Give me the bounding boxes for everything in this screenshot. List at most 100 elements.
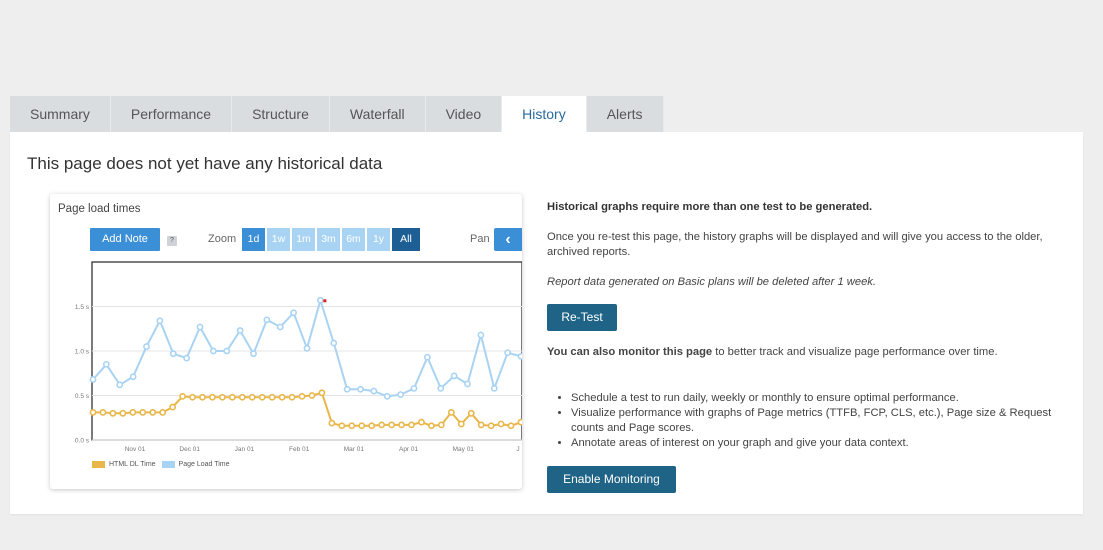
zoom-label: Zoom — [208, 233, 237, 245]
page-load-chart-card: 0.0 s 0.5 s 1.0 s 1.5 s Nov 01 Dec 01 Jan 01 Fe… — [50, 194, 522, 489]
enable-monitoring-button[interactable]: Enable Monitoring — [547, 466, 676, 493]
data-point-1 — [116, 381, 124, 389]
tab-alerts[interactable]: Alerts — [586, 96, 664, 132]
legend-item-html-dl[interactable]: HTML DL Time — [92, 461, 156, 468]
chart-title: Page load times — [58, 203, 141, 215]
data-point-1 — [410, 384, 418, 392]
data-point-1 — [102, 360, 110, 368]
data-point-1 — [423, 353, 431, 361]
data-point-1 — [397, 391, 405, 399]
data-point-0 — [447, 409, 455, 416]
x-tick-label: Nov 01 — [125, 446, 146, 453]
legend-swatch-html-dl — [92, 461, 105, 468]
add-note-button[interactable]: Add Note — [90, 228, 160, 251]
pan-label: Pan — [470, 233, 490, 245]
info-paragraph: Once you re-test this page, the history … — [547, 231, 1043, 258]
data-point-1 — [504, 349, 512, 357]
chart-legend: HTML DL Time Page Load Time — [92, 461, 236, 468]
x-tick-label: Feb 01 — [289, 446, 310, 453]
data-point-1 — [209, 347, 217, 355]
data-point-0 — [437, 421, 445, 429]
data-point-0 — [218, 393, 226, 401]
data-point-0 — [398, 421, 405, 429]
data-point-0 — [457, 420, 465, 428]
data-point-1 — [370, 387, 378, 395]
data-point-0 — [278, 393, 286, 401]
data-point-0 — [169, 403, 177, 411]
legend-item-page-load[interactable]: Page Load Time — [161, 461, 230, 468]
data-point-0 — [348, 422, 356, 430]
data-point-1 — [357, 385, 364, 393]
data-point-1 — [490, 384, 498, 392]
data-point-0 — [238, 393, 246, 401]
info-heading: Historical graphs require more than one … — [547, 201, 873, 213]
zoom-1y-button[interactable]: 1y — [367, 228, 390, 251]
y-tick-label: 1.0 s — [75, 349, 90, 356]
data-point-1 — [303, 344, 311, 352]
tab-summary[interactable]: Summary — [10, 96, 111, 132]
help-icon[interactable]: ? — [167, 236, 177, 246]
data-point-1 — [477, 331, 485, 339]
data-point-0 — [428, 422, 435, 430]
data-point-0 — [497, 420, 505, 428]
zoom-1m-button[interactable]: 1m — [292, 228, 315, 251]
data-point-1 — [450, 372, 458, 380]
tab-structure[interactable]: Structure — [232, 96, 330, 132]
history-panel: This page does not yet have any historic… — [10, 132, 1083, 514]
data-point-1 — [517, 352, 522, 360]
data-point-1 — [129, 373, 137, 381]
x-tick-label: J — [516, 446, 519, 453]
data-point-0 — [368, 422, 376, 430]
data-point-0 — [228, 393, 236, 401]
data-point-0 — [328, 419, 336, 427]
data-point-0 — [139, 409, 147, 416]
tab-history[interactable]: History — [502, 96, 587, 132]
zoom-6m-button[interactable]: 6m — [342, 228, 365, 251]
pan-left-button[interactable]: ‹ — [494, 228, 522, 251]
data-point-1 — [316, 296, 324, 304]
x-tick-label: May 01 — [453, 446, 475, 453]
data-point-0 — [109, 409, 117, 417]
data-point-0 — [258, 393, 266, 401]
data-point-1 — [89, 376, 97, 383]
list-item: Annotate areas of interest on your graph… — [571, 436, 1063, 451]
tab-performance[interactable]: Performance — [110, 96, 233, 132]
data-point-0 — [159, 409, 167, 416]
highlight-marker — [323, 299, 327, 303]
zoom-all-button[interactable]: All — [392, 228, 420, 251]
zoom-1d-button[interactable]: 1d — [242, 228, 265, 251]
data-point-0 — [149, 409, 157, 416]
tab-video[interactable]: Video — [425, 96, 503, 132]
data-point-0 — [179, 392, 186, 400]
monitor-rest: to better track and visualize page perfo… — [712, 346, 998, 358]
data-point-0 — [89, 409, 97, 416]
y-tick-label: 0.0 s — [75, 438, 90, 445]
data-point-1 — [464, 380, 471, 388]
data-point-1 — [169, 350, 177, 358]
data-point-0 — [338, 422, 346, 430]
retest-button[interactable]: Re-Test — [547, 304, 617, 331]
tab-waterfall[interactable]: Waterfall — [329, 96, 426, 132]
zoom-3m-button[interactable]: 3m — [317, 228, 340, 251]
data-point-0 — [388, 421, 396, 429]
data-point-0 — [487, 422, 495, 430]
data-point-0 — [517, 418, 522, 426]
monitor-bold: You can also monitor this page — [547, 346, 713, 358]
data-point-1 — [383, 392, 391, 400]
list-item: Schedule a test to run daily, weekly or … — [571, 391, 1063, 406]
x-tick-label: Jan 01 — [235, 446, 255, 453]
data-point-1 — [183, 354, 191, 362]
data-point-0 — [268, 393, 276, 401]
data-point-0 — [418, 418, 425, 426]
data-point-0 — [318, 389, 326, 397]
chevron-left-icon: ‹ — [505, 231, 511, 248]
list-item: Visualize performance with graphs of Pag… — [571, 406, 1063, 436]
data-point-0 — [358, 422, 366, 430]
legend-swatch-page-load — [161, 461, 175, 468]
data-point-1 — [250, 350, 257, 358]
x-tick-label: Dec 01 — [179, 446, 200, 453]
data-point-0 — [199, 393, 206, 401]
page-title: This page does not yet have any historic… — [27, 154, 383, 173]
zoom-1w-button[interactable]: 1w — [267, 228, 290, 251]
data-point-1 — [263, 316, 271, 324]
